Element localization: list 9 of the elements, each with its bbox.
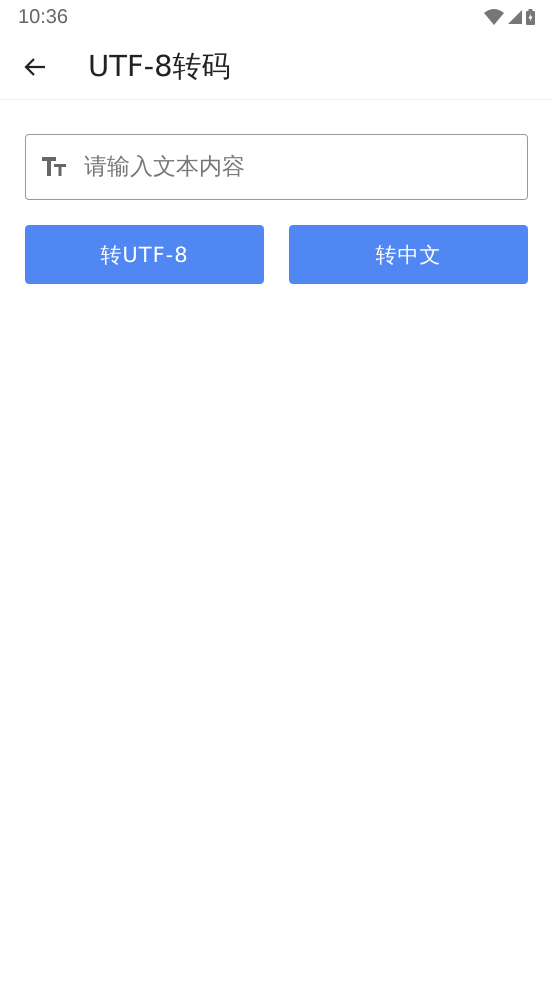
battery-icon [526,9,535,25]
page-title: UTF-8转码 [88,48,231,84]
wifi-icon [484,9,504,25]
text-input-field[interactable]: 请输入文本内容 [25,134,528,200]
signal-icon [508,10,522,24]
convert-button[interactable]: 转UTF-8 [25,225,264,284]
text-size-icon [42,157,66,176]
status-time: 10:36 [18,6,68,28]
convert-button[interactable]: 转中文 [289,225,528,284]
